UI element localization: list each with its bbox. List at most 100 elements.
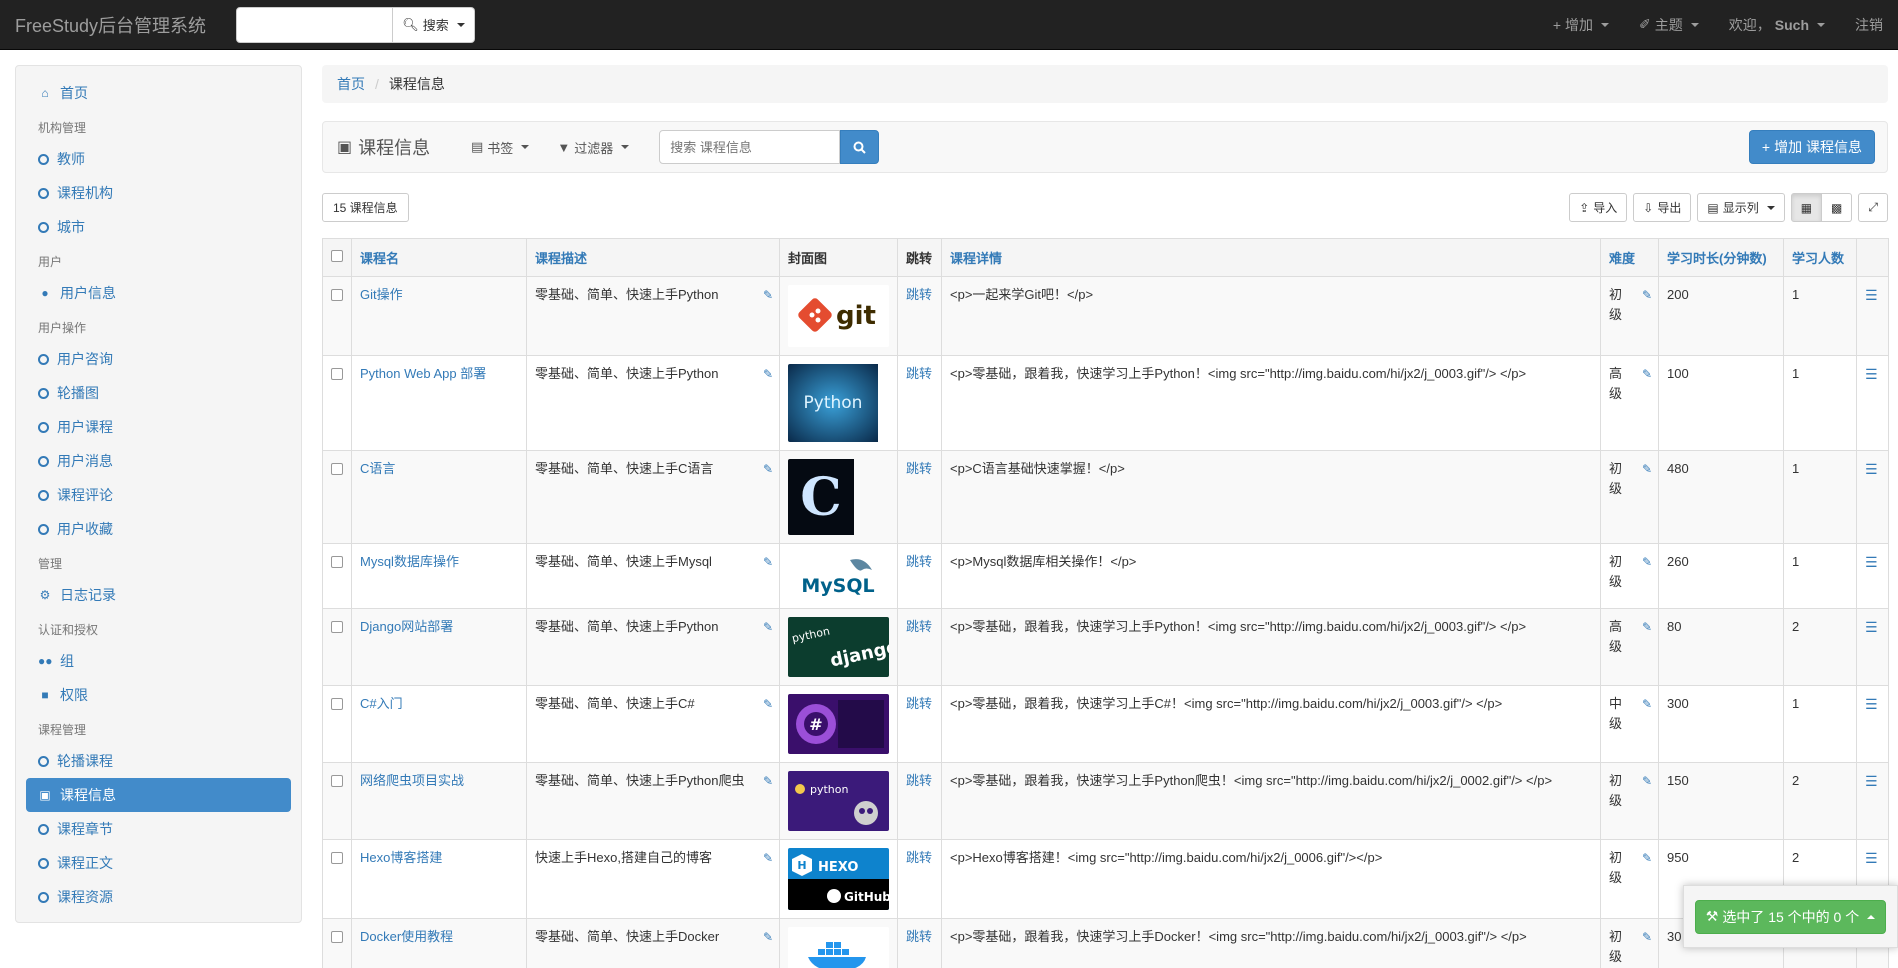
edit-icon[interactable]: ✎ [763, 694, 773, 714]
edit-icon[interactable]: ✎ [763, 459, 773, 479]
jump-link[interactable]: 跳转 [906, 287, 932, 302]
nav-search-button[interactable]: 🔍︎ 搜索 [393, 6, 475, 43]
brand[interactable]: FreeStudy后台管理系统 [0, 12, 232, 38]
table-row[interactable]: Mysql数据库操作 零基础、简单、快速上手Mysql ✎ MySQL 跳转 <p… [322, 543, 1889, 609]
columns-dropdown[interactable]: ▤ 显示列 [1697, 193, 1785, 222]
col-level[interactable]: 难度 [1600, 238, 1659, 277]
row-checkbox[interactable] [331, 775, 343, 787]
cover-image[interactable]: Python [788, 364, 889, 442]
sidebar-item-consult[interactable]: 用户咨询 [26, 342, 291, 376]
cover-image[interactable]: python django [788, 617, 889, 677]
layout-grid-button[interactable]: ▩ [1822, 193, 1853, 222]
sidebar-item-chapter[interactable]: 课程章节 [26, 812, 291, 846]
fullscreen-button[interactable]: ⤢ [1858, 193, 1888, 222]
jump-link[interactable]: 跳转 [906, 554, 932, 569]
course-name-link[interactable]: Mysql数据库操作 [360, 554, 459, 569]
course-name-link[interactable]: C#入门 [360, 696, 403, 711]
edit-icon[interactable]: ✎ [763, 552, 773, 572]
table-row[interactable]: Hexo博客搭建 快速上手Hexo,搭建自己的博客 ✎ H HEXO GitHub 跳… [322, 839, 1889, 919]
edit-icon[interactable]: ✎ [763, 927, 773, 947]
edit-icon[interactable]: ✎ [763, 771, 773, 791]
course-name-link[interactable]: Django网站部署 [360, 619, 453, 634]
table-row[interactable]: 网络爬虫项目实战 零基础、简单、快速上手Python爬虫 ✎ python 跳转 … [322, 762, 1889, 840]
edit-icon[interactable]: ✎ [1642, 848, 1652, 868]
import-button[interactable]: ⇪ 导入 [1569, 193, 1628, 222]
jump-link[interactable]: 跳转 [906, 696, 932, 711]
filters-dropdown[interactable]: ▼ 过滤器 [543, 138, 643, 157]
list-icon[interactable]: ☰ [1865, 366, 1878, 382]
row-checkbox[interactable] [331, 463, 343, 475]
row-checkbox[interactable] [331, 621, 343, 633]
nav-logout[interactable]: 注销 [1840, 0, 1898, 50]
edit-icon[interactable]: ✎ [1642, 364, 1652, 384]
cover-image[interactable]: H HEXO GitHub [788, 848, 889, 910]
col-desc[interactable]: 课程描述 [526, 238, 780, 277]
list-icon[interactable]: ☰ [1865, 554, 1878, 570]
edit-icon[interactable]: ✎ [1642, 459, 1652, 479]
sidebar-item-message[interactable]: 用户消息 [26, 444, 291, 478]
sidebar-item-userinfo[interactable]: ● 用户信息 [26, 276, 291, 310]
add-course-button[interactable]: + 增加 课程信息 [1748, 130, 1875, 164]
list-search-input[interactable] [659, 130, 841, 164]
course-name-link[interactable]: Git操作 [360, 287, 403, 302]
sidebar-item-bannercourse[interactable]: 轮播课程 [26, 744, 291, 778]
sidebar-item-usercourse[interactable]: 用户课程 [26, 410, 291, 444]
course-name-link[interactable]: C语言 [360, 461, 395, 476]
nav-search-input[interactable] [236, 6, 393, 43]
layout-table-button[interactable]: ▦ [1790, 193, 1823, 222]
edit-icon[interactable]: ✎ [763, 848, 773, 868]
sidebar-item-teacher[interactable]: 教师 [26, 142, 291, 176]
nav-user-menu[interactable]: 欢迎， Such [1714, 0, 1840, 50]
course-name-link[interactable]: 网络爬虫项目实战 [360, 773, 464, 788]
jump-link[interactable]: 跳转 [906, 850, 932, 865]
edit-icon[interactable]: ✎ [763, 285, 773, 305]
selection-actions-button[interactable]: ⚒ 选中了 15 个中的 0 个 [1694, 899, 1887, 934]
export-button[interactable]: ⇩ 导出 [1633, 193, 1692, 222]
sidebar-item-permission[interactable]: ■ 权限 [26, 678, 291, 712]
list-icon[interactable]: ☰ [1865, 696, 1878, 712]
list-icon[interactable]: ☰ [1865, 773, 1878, 789]
edit-icon[interactable]: ✎ [763, 617, 773, 637]
table-row[interactable]: Git操作 零基础、简单、快速上手Python ✎ git 跳转 <p>一起来学G… [322, 276, 1889, 356]
list-search-button[interactable] [840, 130, 880, 164]
sidebar-item-courseinfo[interactable]: ▣ 课程信息 [26, 778, 291, 812]
row-checkbox[interactable] [331, 698, 343, 710]
sidebar-item-home[interactable]: ⌂ 首页 [26, 76, 291, 110]
course-name-link[interactable]: Hexo博客搭建 [360, 850, 442, 865]
jump-link[interactable]: 跳转 [906, 461, 932, 476]
cover-image[interactable]: MySQL [788, 552, 889, 600]
nav-theme-menu[interactable]: ✐ 主题 [1624, 0, 1714, 50]
cover-image[interactable]: # [788, 694, 889, 754]
list-icon[interactable]: ☰ [1865, 619, 1878, 635]
edit-icon[interactable]: ✎ [1642, 927, 1652, 947]
col-students[interactable]: 学习人数 [1783, 238, 1857, 277]
course-name-link[interactable]: Docker使用教程 [360, 929, 453, 944]
sidebar-item-log[interactable]: ⚙ 日志记录 [26, 578, 291, 612]
sidebar-item-group[interactable]: ●● 组 [26, 644, 291, 678]
cover-image[interactable]: docker [788, 927, 889, 968]
edit-icon[interactable]: ✎ [1642, 552, 1652, 572]
select-all-checkbox[interactable] [331, 250, 343, 262]
edit-icon[interactable]: ✎ [763, 364, 773, 384]
cover-image[interactable]: C [788, 459, 889, 535]
row-checkbox[interactable] [331, 556, 343, 568]
bookmarks-dropdown[interactable]: ▤ 书签 [457, 138, 543, 157]
table-row[interactable]: C#入门 零基础、简单、快速上手C# ✎ # 跳转 <p>零基础，跟着我，快速学习… [322, 685, 1889, 763]
list-icon[interactable]: ☰ [1865, 850, 1878, 866]
jump-link[interactable]: 跳转 [906, 619, 932, 634]
breadcrumb-home[interactable]: 首页 [337, 74, 365, 94]
col-name[interactable]: 课程名 [351, 238, 527, 277]
cover-image[interactable]: python [788, 771, 889, 831]
sidebar-item-comment[interactable]: 课程评论 [26, 478, 291, 512]
table-row[interactable]: Docker使用教程 零基础、简单、快速上手Docker✎ docker 跳转 … [322, 918, 1889, 968]
table-row[interactable]: C语言 零基础、简单、快速上手C语言 ✎ C 跳转 <p>C语言基础快速掌握！</… [322, 450, 1889, 544]
row-checkbox[interactable] [331, 368, 343, 380]
sidebar-item-org[interactable]: 课程机构 [26, 176, 291, 210]
edit-icon[interactable]: ✎ [1642, 771, 1652, 791]
sidebar-item-favorite[interactable]: 用户收藏 [26, 512, 291, 546]
col-duration[interactable]: 学习时长(分钟数) [1658, 238, 1784, 277]
row-checkbox[interactable] [331, 852, 343, 864]
sidebar-item-resource[interactable]: 课程资源 [26, 880, 291, 914]
jump-link[interactable]: 跳转 [906, 929, 932, 944]
col-detail[interactable]: 课程详情 [941, 238, 1601, 277]
